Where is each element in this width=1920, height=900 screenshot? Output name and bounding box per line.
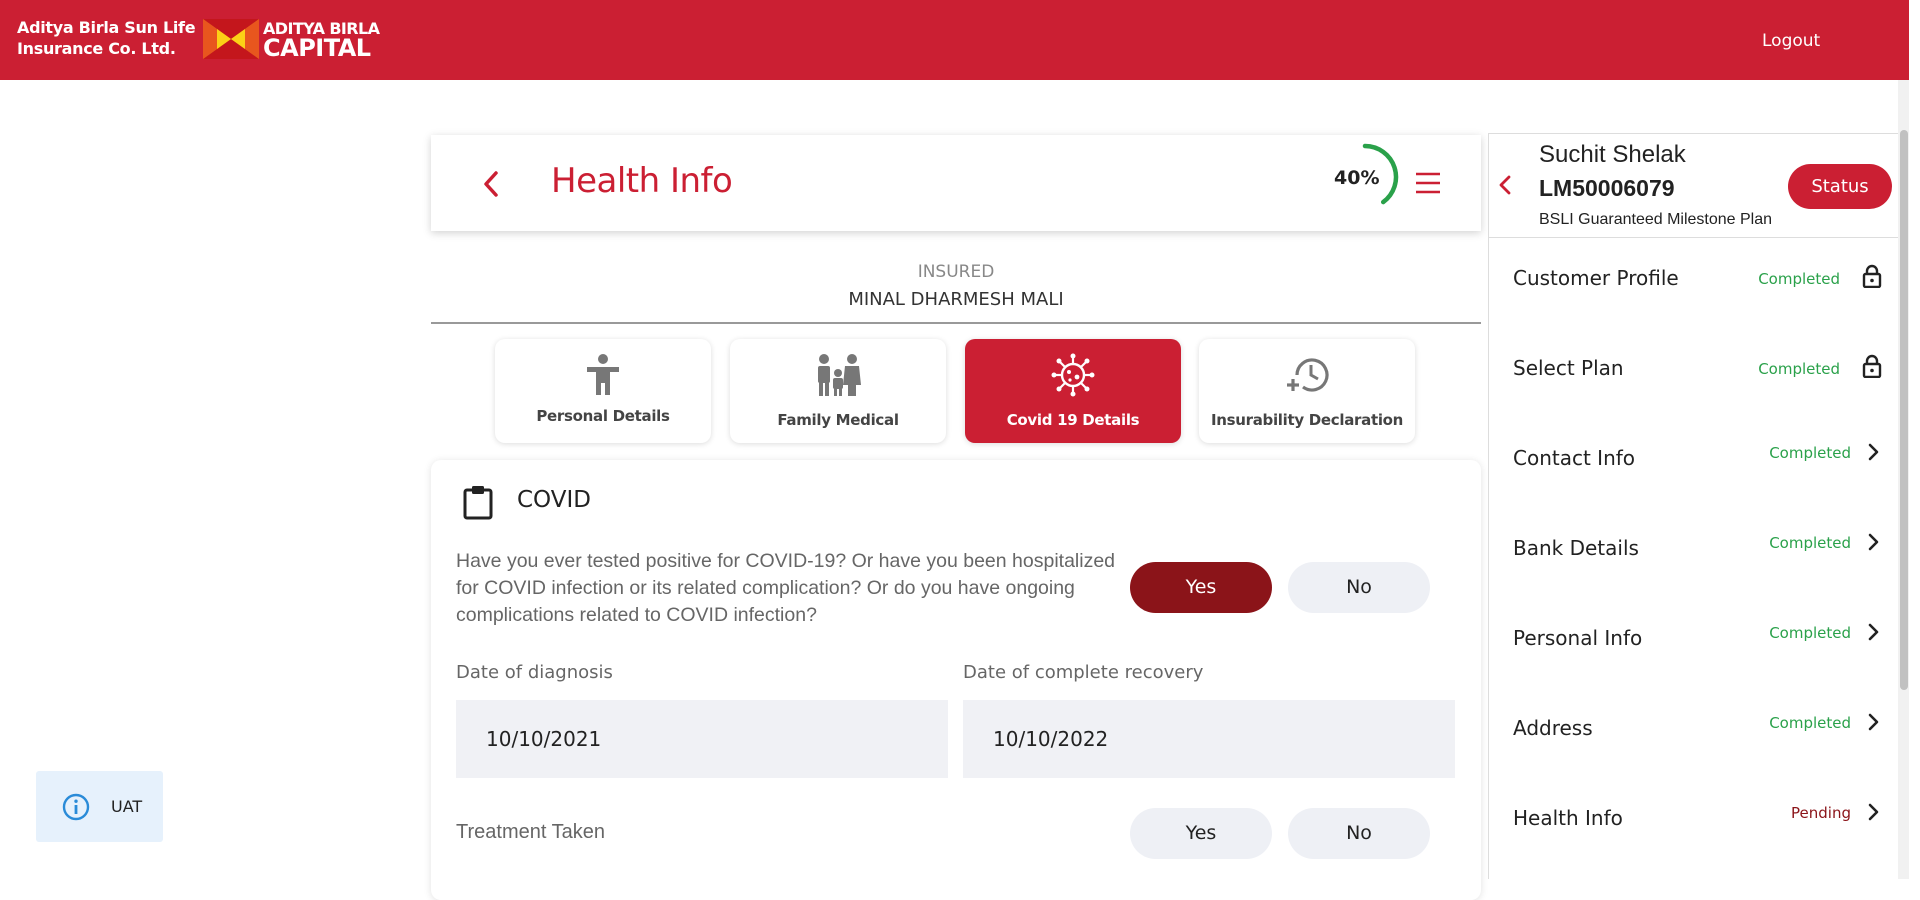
step-address[interactable]: Address Completed: [1489, 688, 1898, 778]
recovery-date-label: Date of complete recovery: [963, 662, 1204, 683]
chevron-right-icon: [1868, 623, 1879, 641]
virus-icon: [1051, 353, 1095, 397]
page-title: Health Info: [551, 161, 733, 201]
diagnosis-date-field[interactable]: [456, 700, 948, 778]
step-label: Customer Profile: [1513, 266, 1679, 290]
tab-personal-details[interactable]: Personal Details: [495, 339, 711, 443]
chevron-right-icon: [1868, 803, 1879, 821]
uat-label: UAT: [111, 797, 143, 816]
progress-percent: 40%: [1334, 167, 1380, 189]
tab-label: Insurability Declaration: [1210, 411, 1404, 429]
logo-text-bottom: CAPITAL: [263, 34, 371, 62]
step-contact-info[interactable]: Contact Info Completed: [1489, 418, 1898, 508]
step-label: Select Plan: [1513, 356, 1624, 380]
tab-covid-19-details[interactable]: Covid 19 Details: [965, 339, 1181, 443]
covid-no-button[interactable]: No: [1288, 562, 1430, 613]
diagnosis-date-label: Date of diagnosis: [456, 662, 613, 683]
step-status: Completed: [1769, 444, 1851, 462]
application-status-panel: Suchit Shelak LM50006079 BSLI Guaranteed…: [1488, 133, 1898, 879]
step-status: Completed: [1758, 360, 1840, 378]
insured-name: MINAL DHARMESH MALI: [848, 289, 1064, 310]
step-label: Contact Info: [1513, 446, 1636, 470]
application-id: LM50006079: [1539, 175, 1675, 201]
uat-environment-badge: UAT: [36, 771, 163, 842]
step-label: Bank Details: [1513, 536, 1639, 560]
step-status: Pending: [1791, 804, 1851, 822]
tab-insurability-declaration[interactable]: Insurability Declaration: [1199, 339, 1415, 443]
section-title: COVID: [517, 487, 591, 513]
tab-label: Family Medical: [777, 411, 899, 429]
covid-section-card: COVID Have you ever tested positive for …: [431, 460, 1481, 900]
aditya-birla-capital-logo: ADITYA BIRLA CAPITAL: [203, 19, 380, 62]
step-label: Address: [1513, 716, 1593, 740]
step-personal-info[interactable]: Personal Info Completed: [1489, 598, 1898, 688]
lock-icon: [1862, 354, 1882, 378]
brand-line-1: Aditya Birla Sun Life: [17, 18, 196, 37]
insured-divider: [431, 322, 1481, 324]
brand-name: Aditya Birla Sun Life Insurance Co. Ltd.: [17, 17, 196, 59]
health-info-header-card: Health Info 40%: [431, 135, 1481, 231]
chevron-right-icon: [1868, 443, 1879, 461]
treatment-yes-button[interactable]: Yes: [1130, 808, 1272, 859]
tab-label: Personal Details: [536, 407, 670, 425]
customer-summary: Suchit Shelak LM50006079 BSLI Guaranteed…: [1489, 134, 1898, 238]
step-customer-profile[interactable]: Customer Profile Completed: [1489, 238, 1898, 328]
customer-name: Suchit Shelak: [1539, 141, 1686, 168]
step-health-info[interactable]: Health Info Pending: [1489, 778, 1898, 868]
history-icon: [1287, 358, 1329, 392]
step-status: Completed: [1769, 534, 1851, 552]
insured-label: INSURED: [917, 262, 995, 282]
covid-question: Have you ever tested positive for COVID-…: [456, 550, 1116, 626]
clipboard-icon: [463, 486, 493, 520]
step-status: Completed: [1769, 624, 1851, 642]
chevron-right-icon: [1868, 713, 1879, 731]
tab-label: Covid 19 Details: [1006, 411, 1140, 429]
covid-yes-button[interactable]: Yes: [1130, 562, 1272, 613]
treatment-no-button[interactable]: No: [1288, 808, 1430, 859]
chevron-left-icon[interactable]: [1498, 175, 1512, 195]
logo-mark-icon: [203, 19, 259, 59]
brand-line-2: Insurance Co. Ltd.: [17, 39, 176, 58]
step-status: Completed: [1758, 270, 1840, 288]
status-button[interactable]: Status: [1788, 164, 1892, 209]
chevron-right-icon: [1868, 533, 1879, 551]
hamburger-menu-icon[interactable]: [1414, 171, 1442, 195]
tab-family-medical[interactable]: Family Medical: [730, 339, 946, 443]
back-arrow-icon[interactable]: [481, 169, 501, 199]
treatment-taken-label: Treatment Taken: [456, 821, 605, 843]
person-icon: [587, 354, 619, 395]
info-icon: [62, 793, 90, 821]
family-icon: [818, 354, 861, 396]
step-status: Completed: [1769, 714, 1851, 732]
lock-icon: [1862, 264, 1882, 288]
step-bank-details[interactable]: Bank Details Completed: [1489, 508, 1898, 598]
plan-name: BSLI Guaranteed Milestone Plan: [1539, 211, 1773, 228]
step-select-plan[interactable]: Select Plan Completed: [1489, 328, 1898, 418]
step-label: Personal Info: [1513, 626, 1643, 650]
recovery-date-field[interactable]: [963, 700, 1455, 778]
step-label: Health Info: [1513, 806, 1623, 830]
page-scrollbar-thumb[interactable]: [1900, 130, 1908, 690]
top-header-bar: Aditya Birla Sun Life Insurance Co. Ltd.…: [0, 0, 1909, 80]
logout-link[interactable]: Logout: [1762, 31, 1820, 51]
